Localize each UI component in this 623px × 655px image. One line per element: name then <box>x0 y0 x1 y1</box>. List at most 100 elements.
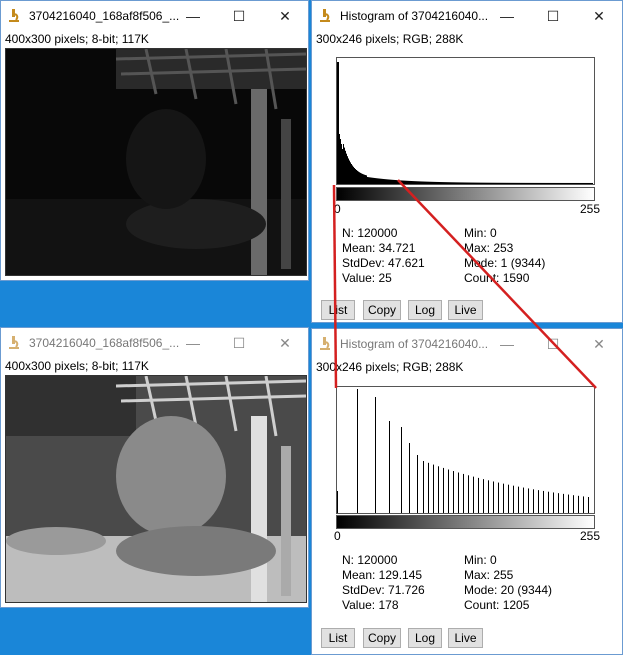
histogram-window-enhanced[interactable]: Histogram of 3704216040... — ☐ ✕ 300x246… <box>311 328 623 655</box>
histogram-bar <box>417 181 418 184</box>
histogram-bar <box>590 182 591 184</box>
histogram-bar <box>533 182 534 184</box>
maximize-button[interactable]: ☐ <box>216 1 262 31</box>
histogram-bar <box>475 182 476 184</box>
histogram-bar <box>343 144 344 184</box>
axis-max-label: 255 <box>580 529 601 543</box>
histogram-bar <box>373 177 374 184</box>
minimize-button[interactable]: — <box>170 1 216 31</box>
histogram-bar <box>483 479 484 513</box>
histogram-bar <box>591 182 592 184</box>
copy-button[interactable]: Copy <box>363 628 401 648</box>
image-canvas-bright[interactable] <box>5 375 307 603</box>
histogram-bar <box>576 182 577 184</box>
histogram-bar <box>364 174 365 184</box>
titlebar[interactable]: 3704216040_168af8f506_... — ☐ ✕ <box>1 328 308 358</box>
histogram-bar <box>541 182 542 184</box>
titlebar[interactable]: Histogram of 3704216040... — ☐ ✕ <box>312 1 622 31</box>
histogram-bar <box>472 182 473 184</box>
titlebar[interactable]: Histogram of 3704216040... — ☐ ✕ <box>312 329 622 359</box>
histogram-bar <box>420 181 421 184</box>
image-canvas-dark[interactable] <box>5 48 307 276</box>
image-window-original[interactable]: 3704216040_168af8f506_... — ☐ ✕ 400x300 … <box>0 0 309 281</box>
histogram-bar <box>345 150 346 184</box>
live-button[interactable]: Live <box>448 628 483 648</box>
histogram-bar <box>371 177 372 184</box>
histogram-bar <box>573 495 574 513</box>
histogram-bar <box>433 181 434 184</box>
histogram-bar <box>448 182 449 184</box>
list-button[interactable]: List <box>321 300 355 320</box>
histogram-bar <box>432 181 433 184</box>
list-button[interactable]: List <box>321 628 355 648</box>
close-button[interactable]: ✕ <box>576 329 622 359</box>
histogram-bar <box>533 489 534 513</box>
microscope-icon <box>9 9 19 22</box>
histogram-bar <box>438 181 439 184</box>
histogram-bar <box>565 182 566 184</box>
close-button[interactable]: ✕ <box>576 1 622 31</box>
live-button[interactable]: Live <box>448 300 483 320</box>
histogram-bar <box>412 181 413 184</box>
minimize-button[interactable]: — <box>484 1 530 31</box>
histogram-bar <box>457 182 458 184</box>
histogram-bar <box>488 480 489 513</box>
histogram-bar <box>557 182 558 184</box>
histogram-bar <box>552 182 553 184</box>
histogram-bar <box>465 182 466 184</box>
histogram-bar <box>337 491 338 513</box>
histogram-bar <box>377 178 378 184</box>
maximize-button[interactable]: ☐ <box>530 329 576 359</box>
maximize-button[interactable]: ☐ <box>530 1 576 31</box>
log-button[interactable]: Log <box>408 628 442 648</box>
histogram-bar <box>381 178 382 184</box>
histogram-bar <box>525 182 526 184</box>
close-button[interactable]: ✕ <box>262 1 308 31</box>
histogram-bar <box>515 182 516 184</box>
maximize-button[interactable]: ☐ <box>216 328 262 358</box>
garden-photo <box>6 376 306 602</box>
minimize-button[interactable]: — <box>484 329 530 359</box>
histogram-window-original[interactable]: Histogram of 3704216040... — ☐ ✕ 300x246… <box>311 0 623 323</box>
histogram-bar <box>357 170 358 184</box>
histogram-bar <box>508 484 509 513</box>
close-button[interactable]: ✕ <box>262 328 308 358</box>
histogram-bar <box>349 160 350 184</box>
titlebar[interactable]: 3704216040_168af8f506_... — ☐ ✕ <box>1 1 308 31</box>
histogram-bar <box>408 180 409 184</box>
histogram-bar <box>459 182 460 184</box>
histogram-bar <box>452 182 453 184</box>
histogram-bar <box>554 182 555 184</box>
histogram-bar <box>470 182 471 184</box>
histogram-bar <box>562 182 563 184</box>
histogram-bar <box>542 182 543 184</box>
histogram-bar <box>564 182 565 184</box>
histogram-bar <box>558 182 559 184</box>
histogram-bar <box>495 182 496 184</box>
histogram-bar <box>370 177 371 184</box>
histogram-bar <box>369 177 370 184</box>
histogram-bar <box>411 181 412 184</box>
histogram-bar <box>417 455 418 513</box>
histogram-bar <box>339 134 340 184</box>
histogram-bar <box>342 149 343 184</box>
histogram-bar <box>344 147 345 184</box>
histogram-bar <box>505 182 506 184</box>
histogram-bar <box>476 182 477 184</box>
minimize-button[interactable]: — <box>170 328 216 358</box>
log-button[interactable]: Log <box>408 300 442 320</box>
histogram-bar <box>568 182 569 184</box>
histogram-bar <box>468 475 469 513</box>
stat-min: Min: 0 <box>464 226 497 240</box>
histogram-bar <box>421 181 422 184</box>
stats-left: N: 120000 Mean: 34.721 StdDev: 47.621 Va… <box>342 226 425 286</box>
histogram-bar <box>441 182 442 184</box>
histogram-bar <box>446 182 447 184</box>
image-window-enhanced[interactable]: 3704216040_168af8f506_... — ☐ ✕ 400x300 … <box>0 327 309 608</box>
histogram-bar <box>464 182 465 184</box>
histogram-bar <box>523 182 524 184</box>
histogram-bar <box>451 182 452 184</box>
histogram-bar <box>453 182 454 184</box>
copy-button[interactable]: Copy <box>363 300 401 320</box>
histogram-bar <box>463 473 464 513</box>
